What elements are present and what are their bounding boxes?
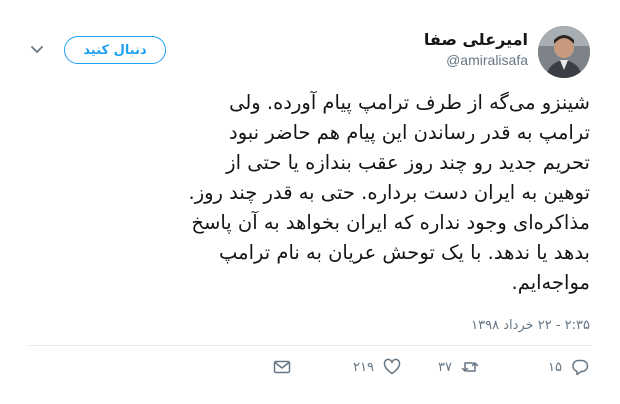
tweet-text-line: شینزو می‌گه از طرف ترامپ پیام آورده. ولی — [229, 91, 590, 114]
heart-icon — [382, 357, 402, 377]
envelope-icon — [272, 357, 292, 377]
tweet-text-line: مذاکره‌ای وجود نداره که ایران بخواهد به … — [191, 211, 590, 234]
tweet-card: امیرعلی صفا @amiralisafa دنبال کنید شینز… — [0, 0, 620, 404]
retweet-icon — [460, 357, 480, 377]
divider — [28, 345, 592, 346]
tweet-text-line: توهین به ایران دست برداره. حتی به قدر چن… — [188, 181, 590, 204]
like-count: ۲۱۹ — [353, 359, 374, 375]
retweet-button[interactable]: ۳۷ — [438, 357, 480, 377]
follow-button[interactable]: دنبال کنید — [64, 36, 166, 64]
reply-icon — [570, 357, 590, 377]
display-name[interactable]: امیرعلی صفا — [424, 30, 528, 49]
tweet-actions: ۱۵ ۳۷ ۲۱۹ — [0, 353, 620, 385]
avatar[interactable] — [538, 26, 590, 78]
reply-button[interactable]: ۱۵ — [548, 357, 590, 377]
tweet-text-line: ترامپ به قدر رساندن این پیام هم حاضر نبو… — [229, 121, 590, 144]
retweet-count: ۳۷ — [438, 359, 452, 375]
direct-message-button[interactable] — [272, 357, 292, 377]
tweet-text-line: تحریم جدید رو چند روز عقب بندازه یا حتی … — [226, 151, 590, 174]
tweet-text: شینزو می‌گه از طرف ترامپ پیام آورده. ولی… — [30, 88, 590, 298]
tweet-timestamp[interactable]: ۲:۳۵ - ۲۲ خرداد ۱۳۹۸ — [471, 318, 590, 333]
reply-count: ۱۵ — [548, 359, 562, 375]
like-button[interactable]: ۲۱۹ — [353, 357, 402, 377]
tweet-text-line: مواجه‌ایم. — [511, 271, 590, 294]
user-handle[interactable]: @amiralisafa — [446, 52, 528, 68]
chevron-down-icon[interactable] — [28, 40, 46, 58]
tweet-text-line: بدهد یا ندهد. با یک توحش عریان به نام تر… — [219, 241, 590, 264]
